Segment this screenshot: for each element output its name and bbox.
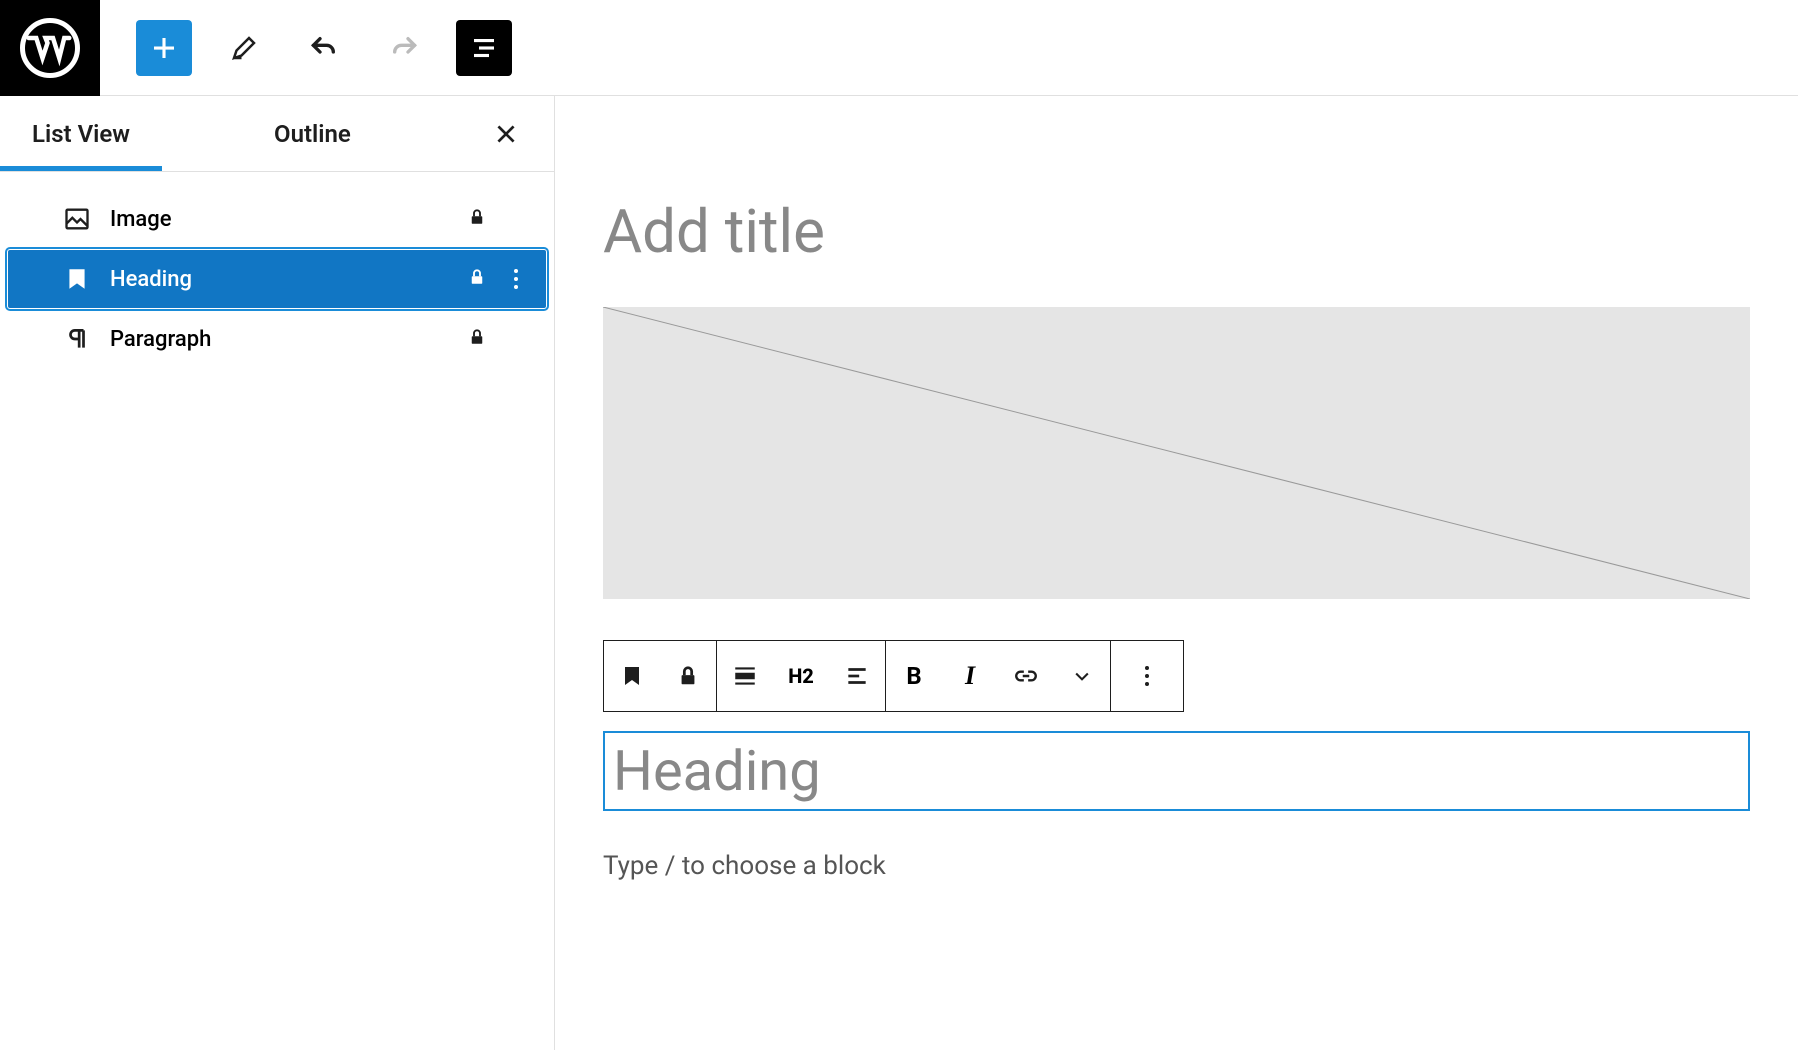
- close-panel-button[interactable]: [482, 110, 530, 158]
- lock-icon: [677, 665, 699, 687]
- image-block-placeholder[interactable]: [603, 307, 1750, 599]
- tab-list-view[interactable]: List View: [0, 96, 162, 171]
- list-view-toggle-button[interactable]: [456, 20, 512, 76]
- post-title-input[interactable]: Add title: [603, 196, 1750, 267]
- align-button[interactable]: [717, 641, 773, 711]
- image-icon: [62, 204, 92, 234]
- list-item-label: Paragraph: [110, 327, 211, 352]
- link-button[interactable]: [998, 641, 1054, 711]
- italic-button[interactable]: I: [942, 641, 998, 711]
- heading-icon: [62, 264, 92, 294]
- redo-icon: [388, 32, 420, 64]
- undo-button[interactable]: [296, 20, 352, 76]
- add-block-button[interactable]: [136, 20, 192, 76]
- text-align-icon: [844, 663, 870, 689]
- list-item-label: Heading: [110, 267, 192, 292]
- wordpress-icon: [20, 18, 80, 78]
- more-format-button[interactable]: [1054, 641, 1110, 711]
- bold-button[interactable]: B: [886, 641, 942, 711]
- heading-icon: [620, 664, 644, 688]
- list-item-image[interactable]: Image: [8, 190, 546, 248]
- block-toolbar: H2 B I: [603, 640, 1184, 712]
- lock-icon: [468, 328, 486, 350]
- close-icon: [493, 121, 519, 147]
- paragraph-icon: [62, 324, 92, 354]
- list-item-heading[interactable]: Heading: [8, 250, 546, 308]
- editor-canvas: Add title H2: [555, 96, 1798, 1050]
- heading-placeholder: Heading: [613, 738, 821, 804]
- heading-block-input[interactable]: Heading: [603, 731, 1750, 811]
- align-icon: [732, 663, 758, 689]
- dots-vertical-icon: [1144, 664, 1150, 688]
- block-options-button[interactable]: [1111, 641, 1183, 711]
- redo-button[interactable]: [376, 20, 432, 76]
- pencil-icon: [229, 33, 259, 63]
- text-align-button[interactable]: [829, 641, 885, 711]
- block-type-button[interactable]: [604, 641, 660, 711]
- document-overview-panel: List View Outline Image Heading: [0, 96, 555, 1050]
- placeholder-diagonal-icon: [603, 307, 1750, 599]
- lock-button[interactable]: [660, 641, 716, 711]
- dots-vertical-icon: [513, 267, 519, 291]
- tab-outline[interactable]: Outline: [242, 96, 383, 171]
- lock-icon: [468, 268, 486, 290]
- tools-button[interactable]: [216, 20, 272, 76]
- link-icon: [1013, 663, 1039, 689]
- heading-level-button[interactable]: H2: [773, 641, 829, 711]
- paragraph-block-placeholder[interactable]: Type / to choose a block: [603, 851, 886, 881]
- chevron-down-icon: [1072, 666, 1092, 686]
- top-toolbar: [0, 0, 1798, 96]
- list-view-icon: [469, 33, 499, 63]
- more-options-button[interactable]: [504, 267, 528, 291]
- block-list: Image Heading: [0, 172, 554, 368]
- overview-tabs: List View Outline: [0, 96, 554, 172]
- wordpress-logo[interactable]: [0, 0, 100, 96]
- list-item-label: Image: [110, 207, 172, 232]
- list-item-paragraph[interactable]: Paragraph: [8, 310, 546, 368]
- undo-icon: [308, 32, 340, 64]
- plus-icon: [149, 33, 179, 63]
- lock-icon: [468, 208, 486, 230]
